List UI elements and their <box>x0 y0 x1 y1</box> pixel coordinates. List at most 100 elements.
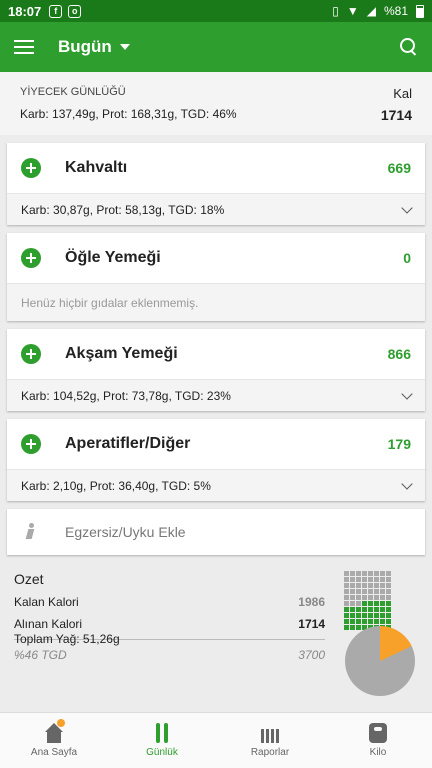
waffle-cell <box>362 583 367 588</box>
waffle-cell <box>386 583 391 588</box>
nav-reports[interactable]: Raporlar <box>216 713 324 768</box>
remaining-calories-value: 1986 <box>298 595 325 609</box>
waffle-cell <box>344 571 349 576</box>
waffle-cell <box>380 577 385 582</box>
scale-icon <box>367 723 389 743</box>
waffle-cell <box>356 571 361 576</box>
meal-card-snacks: Aperatifler/Diğer 179 Karb: 2,10g, Prot:… <box>7 419 425 501</box>
waffle-cell <box>374 619 379 624</box>
macro-pie-chart <box>345 626 415 696</box>
battery-percent: %81 <box>383 4 408 18</box>
waffle-cell <box>362 613 367 618</box>
nav-home-label: Ana Sayfa <box>30 747 78 758</box>
tgd-label: %46 TGD <box>14 648 67 662</box>
waffle-cell <box>368 571 373 576</box>
waffle-cell <box>362 571 367 576</box>
waffle-cell <box>344 589 349 594</box>
add-food-icon[interactable] <box>21 158 41 178</box>
waffle-cell <box>350 577 355 582</box>
menu-icon[interactable] <box>14 40 34 54</box>
add-food-icon[interactable] <box>21 248 41 268</box>
reports-icon <box>259 723 281 743</box>
waffle-cell <box>374 613 379 618</box>
waffle-cell <box>380 613 385 618</box>
tgd-value: 3700 <box>298 648 325 662</box>
waffle-cell <box>362 607 367 612</box>
meal-macros: Karb: 30,87g, Prot: 58,13g, TGD: 18% <box>21 202 225 217</box>
waffle-cell <box>362 601 367 606</box>
add-exercise-button[interactable]: Egzersiz/Uyku Ekle <box>7 509 425 555</box>
waffle-cell <box>350 571 355 576</box>
meal-macros-row[interactable]: Karb: 2,10g, Prot: 36,40g, TGD: 5% <box>7 469 425 501</box>
waffle-cell <box>362 589 367 594</box>
waffle-cell <box>386 601 391 606</box>
total-fat-label: Toplam Yağ: 51,26g <box>14 632 120 646</box>
waffle-cell <box>350 625 355 630</box>
waffle-cell <box>350 589 355 594</box>
waffle-cell <box>350 601 355 606</box>
waffle-cell <box>380 601 385 606</box>
meal-calories: 866 <box>387 346 411 362</box>
add-food-icon[interactable] <box>21 344 41 364</box>
exercise-icon <box>23 523 39 541</box>
signal-icon: ◢ <box>366 4 376 18</box>
waffle-cell <box>344 583 349 588</box>
waffle-cell <box>356 625 361 630</box>
waffle-cell <box>380 607 385 612</box>
diary-content[interactable]: YİYECEK GÜNLÜĞÜ Kal Karb: 137,49g, Prot:… <box>0 72 432 712</box>
meal-card-dinner: Akşam Yemeği 866 Karb: 104,52g, Prot: 73… <box>7 329 425 411</box>
chevron-down-icon[interactable] <box>401 477 413 490</box>
meal-empty-text: Henüz hiçbir gıdalar eklenmemiş. <box>21 295 199 310</box>
status-bar: 18:07 f o ▯ ▼ ◢ %81 <box>0 0 432 22</box>
nav-weight[interactable]: Kilo <box>324 713 432 768</box>
kal-label: Kal <box>393 86 412 101</box>
meal-calories: 0 <box>403 250 411 266</box>
waffle-cell <box>368 613 373 618</box>
consumed-calories-value: 1714 <box>298 617 325 631</box>
waffle-cell <box>356 601 361 606</box>
waffle-cell <box>386 589 391 594</box>
meal-header[interactable]: Aperatifler/Diğer 179 <box>7 419 425 469</box>
nav-home[interactable]: Ana Sayfa <box>0 713 108 768</box>
waffle-cell <box>356 577 361 582</box>
dropdown-caret-icon[interactable] <box>119 44 130 50</box>
waffle-cell <box>386 607 391 612</box>
meal-header[interactable]: Akşam Yemeği 866 <box>7 329 425 379</box>
nav-diary-label: Günlük <box>146 747 178 758</box>
vibrate-icon: ▯ <box>332 4 339 18</box>
waffle-cell <box>374 577 379 582</box>
app-bar: Bugün <box>0 22 432 72</box>
waffle-cell <box>344 625 349 630</box>
meal-macros-row[interactable]: Karb: 104,52g, Prot: 73,78g, TGD: 23% <box>7 379 425 411</box>
waffle-cell <box>380 619 385 624</box>
waffle-cell <box>362 595 367 600</box>
instagram-icon: o <box>68 4 82 18</box>
waffle-cell <box>368 577 373 582</box>
waffle-cell <box>374 607 379 612</box>
waffle-cell <box>374 601 379 606</box>
bottom-navigation: Ana Sayfa Günlük Raporlar Kilo <box>0 712 432 768</box>
diary-total-calories: 1714 <box>380 107 412 123</box>
meal-header[interactable]: Öğle Yemeği 0 <box>7 233 425 283</box>
meal-macros-row[interactable]: Karb: 30,87g, Prot: 58,13g, TGD: 18% <box>7 193 425 225</box>
waffle-cell <box>386 619 391 624</box>
meal-header[interactable]: Kahvaltı 669 <box>7 143 425 193</box>
date-selector[interactable]: Bugün <box>58 37 112 57</box>
waffle-cell <box>356 595 361 600</box>
waffle-cell <box>356 613 361 618</box>
waffle-cell <box>368 607 373 612</box>
remaining-calories-label: Kalan Kalori <box>14 595 79 609</box>
search-icon[interactable] <box>400 38 418 56</box>
waffle-cell <box>386 577 391 582</box>
food-diary-header: YİYECEK GÜNLÜĞÜ Kal Karb: 137,49g, Prot:… <box>0 72 432 135</box>
chevron-down-icon[interactable] <box>401 201 413 214</box>
nav-reports-label: Raporlar <box>250 747 290 758</box>
waffle-cell <box>374 571 379 576</box>
meal-name: Aperatifler/Diğer <box>65 435 191 452</box>
meal-card-lunch: Öğle Yemeği 0 Henüz hiçbir gıdalar eklen… <box>7 233 425 321</box>
chevron-down-icon[interactable] <box>401 387 413 400</box>
waffle-cell <box>380 571 385 576</box>
waffle-cell <box>380 595 385 600</box>
nav-diary[interactable]: Günlük <box>108 713 216 768</box>
add-food-icon[interactable] <box>21 434 41 454</box>
